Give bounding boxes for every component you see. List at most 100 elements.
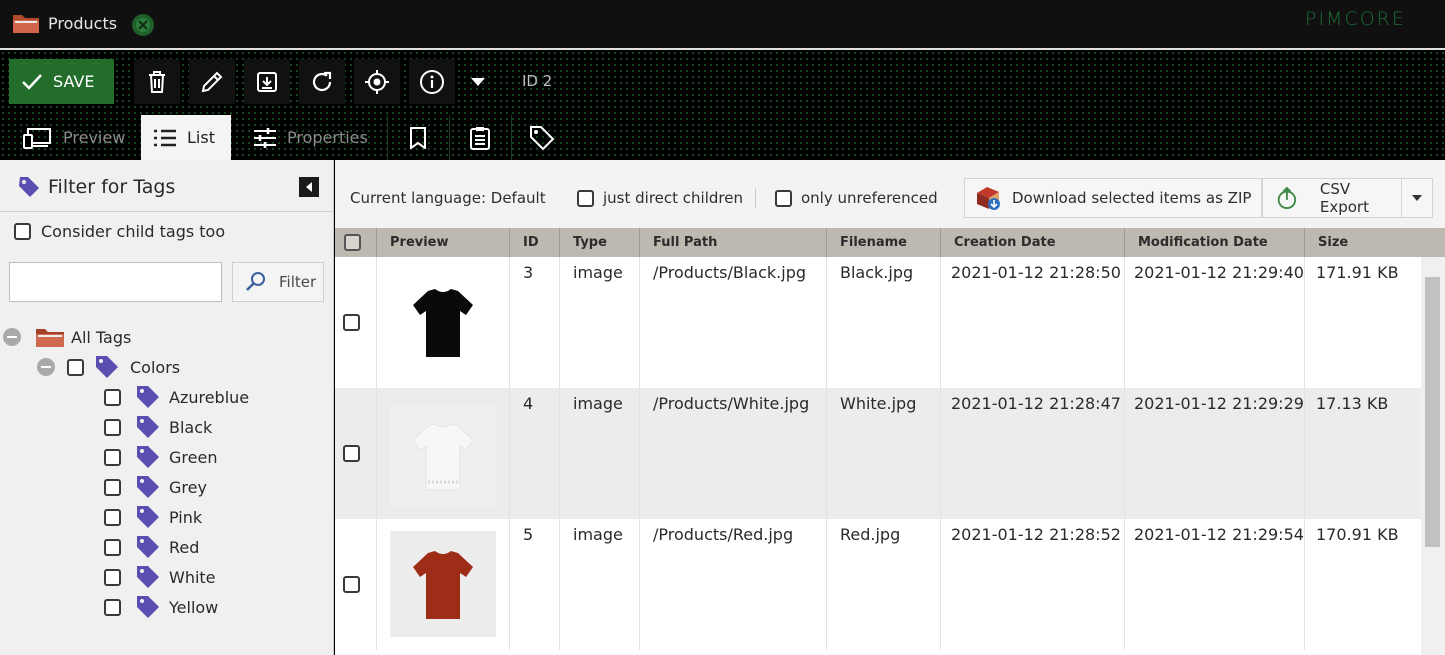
- tree-node-all-tags[interactable]: All Tags: [3, 322, 131, 352]
- tab-notes[interactable]: [449, 115, 509, 160]
- tab-preview[interactable]: Preview: [11, 115, 137, 160]
- column-header-creation-date[interactable]: Creation Date: [941, 228, 1125, 257]
- id-cell: 3: [510, 257, 560, 388]
- checkbox[interactable]: [14, 223, 31, 240]
- save-button[interactable]: SAVE: [9, 59, 114, 104]
- checkbox-label: just direct children: [603, 189, 743, 207]
- dropdown-arrow-icon: [471, 77, 485, 86]
- tag-checkbox[interactable]: [104, 598, 121, 616]
- tree-tag-white[interactable]: White: [104, 562, 216, 592]
- column-header-size[interactable]: Size: [1305, 228, 1445, 257]
- tree-tag-pink[interactable]: Pink: [104, 502, 202, 532]
- select-all-cell[interactable]: [335, 228, 377, 257]
- rename-button[interactable]: [189, 59, 235, 104]
- checkbox[interactable]: [775, 189, 792, 207]
- more-button[interactable]: [457, 59, 499, 104]
- tag-checkbox[interactable]: [104, 388, 121, 406]
- panel-title: Filter for Tags: [48, 176, 176, 198]
- table-row[interactable]: 4 image /Products/White.jpg White.jpg 20…: [335, 388, 1421, 519]
- tag-checkbox[interactable]: [104, 568, 121, 586]
- preview-cell: [377, 519, 510, 650]
- column-header-filename[interactable]: Filename: [827, 228, 941, 257]
- collapse-node-icon[interactable]: [37, 358, 55, 376]
- filter-button[interactable]: Filter: [232, 262, 324, 302]
- tag-icon: [96, 356, 118, 378]
- info-button[interactable]: [409, 59, 455, 104]
- tree-tag-azureblue[interactable]: Azureblue: [104, 382, 249, 412]
- grid-header: Preview ID Type Full Path Filename Creat…: [335, 228, 1445, 257]
- tag-checkbox[interactable]: [104, 478, 121, 496]
- brand-logo: PIMCORE: [1305, 8, 1406, 30]
- scrollbar-thumb[interactable]: [1425, 277, 1440, 547]
- reload-button[interactable]: [299, 59, 345, 104]
- tree-label: Yellow: [169, 597, 219, 617]
- tree-tag-black[interactable]: Black: [104, 412, 212, 442]
- column-header-full-path[interactable]: Full Path: [640, 228, 827, 257]
- row-checkbox[interactable]: [343, 445, 360, 462]
- column-header-preview[interactable]: Preview: [377, 228, 510, 257]
- tree-tag-yellow[interactable]: Yellow: [104, 592, 218, 622]
- row-checkbox[interactable]: [343, 576, 360, 593]
- download-button[interactable]: [244, 59, 290, 104]
- filename-cell: Red.jpg: [827, 519, 941, 650]
- bookmark-icon: [409, 126, 426, 149]
- tree-tag-red[interactable]: Red: [104, 532, 199, 562]
- column-header-id[interactable]: ID: [510, 228, 560, 257]
- just-direct-children-checkbox[interactable]: just direct children: [577, 178, 743, 218]
- tree-label: All Tags: [71, 327, 132, 347]
- tag-checkbox[interactable]: [104, 448, 121, 466]
- consider-child-tags-checkbox[interactable]: Consider child tags too: [14, 222, 225, 241]
- row-checkbox[interactable]: [343, 314, 360, 331]
- column-header-modification-date[interactable]: Modification Date: [1125, 228, 1305, 257]
- tag-checkbox[interactable]: [104, 538, 121, 556]
- tag-icon: [529, 125, 554, 150]
- checkbox-label: Consider child tags too: [41, 222, 226, 241]
- tag-checkbox[interactable]: [67, 358, 84, 376]
- csv-export-button[interactable]: CSV Export: [1262, 178, 1410, 218]
- grid-scrollbar[interactable]: [1421, 257, 1445, 655]
- select-cell[interactable]: [335, 519, 377, 650]
- collapse-panel-button[interactable]: [299, 177, 319, 197]
- tag-checkbox[interactable]: [104, 508, 121, 526]
- folder-icon: [36, 329, 64, 347]
- download-zip-button[interactable]: Download selected items as ZIP: [964, 178, 1263, 218]
- tag-checkbox[interactable]: [104, 418, 121, 436]
- created-cell: 2021-01-12 21:28:50: [941, 257, 1125, 388]
- select-cell[interactable]: [335, 257, 377, 388]
- checkbox-label: only unreferenced: [801, 189, 938, 207]
- tab-tags[interactable]: [511, 115, 571, 160]
- close-tab-icon[interactable]: [131, 13, 155, 41]
- tab-list[interactable]: List: [141, 115, 231, 160]
- table-row[interactable]: 5 image /Products/Red.jpg Red.jpg 2021-0…: [335, 519, 1421, 650]
- delete-button[interactable]: [134, 59, 180, 104]
- tree-node-colors[interactable]: Colors: [37, 352, 180, 382]
- tree-label: Pink: [169, 507, 203, 527]
- target-icon: [365, 69, 389, 94]
- tree-tag-green[interactable]: Green: [104, 442, 217, 472]
- csv-export-menu-button[interactable]: [1401, 178, 1433, 218]
- select-all-checkbox[interactable]: [344, 234, 361, 251]
- delete-icon: [149, 70, 165, 93]
- column-header-type[interactable]: Type: [560, 228, 640, 257]
- tab-properties[interactable]: Properties: [241, 115, 380, 160]
- tag-icon: [137, 566, 159, 588]
- tree-tag-grey[interactable]: Grey: [104, 472, 207, 502]
- tab-versions[interactable]: [387, 115, 447, 160]
- select-cell[interactable]: [335, 388, 377, 519]
- asset-grid: Preview ID Type Full Path Filename Creat…: [335, 228, 1445, 655]
- table-row[interactable]: 3 image /Products/Black.jpg Black.jpg 20…: [335, 257, 1421, 388]
- collapse-node-icon[interactable]: [3, 328, 21, 346]
- preview-cell: [377, 388, 510, 519]
- locate-button[interactable]: [354, 59, 400, 104]
- type-cell: image: [560, 388, 640, 519]
- tag-icon: [16, 175, 42, 203]
- path-cell: /Products/White.jpg: [640, 388, 827, 519]
- title-bar: Products PIMCORE: [0, 0, 1445, 48]
- zip-download-icon: [977, 187, 1000, 210]
- only-unreferenced-checkbox[interactable]: only unreferenced: [775, 178, 938, 218]
- tag-search-input[interactable]: [9, 262, 222, 302]
- path-cell: /Products/Red.jpg: [640, 519, 827, 650]
- tag-icon: [137, 506, 159, 528]
- tree-label: Green: [169, 447, 218, 467]
- checkbox[interactable]: [577, 189, 594, 207]
